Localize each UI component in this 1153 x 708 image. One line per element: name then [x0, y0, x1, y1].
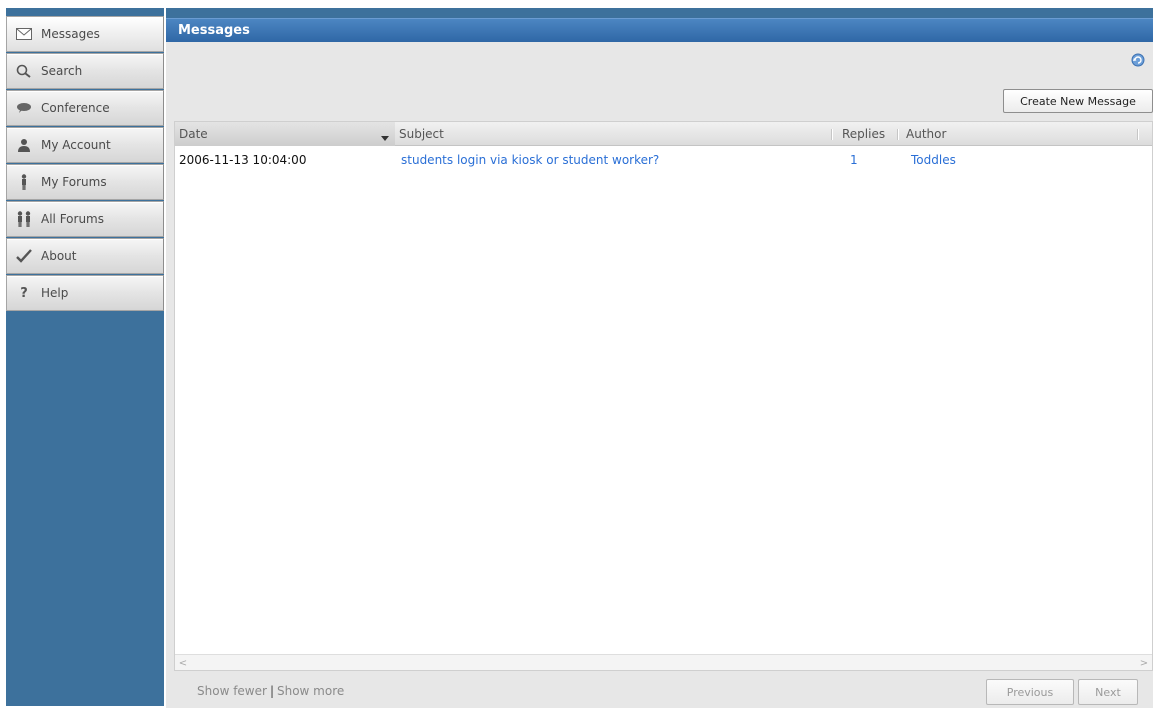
panel-title: Messages — [166, 18, 1153, 42]
column-header-replies[interactable]: Replies — [838, 122, 902, 146]
speech-bubble-icon — [15, 101, 33, 115]
column-header-label: Date — [179, 127, 208, 141]
create-new-message-button[interactable]: Create New Message — [1003, 89, 1153, 113]
message-author-link[interactable]: Toddles — [911, 150, 956, 170]
column-header-subject[interactable]: Subject — [395, 122, 838, 146]
horizontal-scrollbar[interactable]: < > — [175, 654, 1152, 670]
column-separator[interactable] — [1137, 129, 1139, 140]
scroll-left-icon[interactable]: < — [177, 657, 189, 669]
show-fewer-link[interactable]: Show fewer — [197, 684, 267, 698]
message-subject-link[interactable]: students login via kiosk or student work… — [401, 150, 659, 170]
scroll-right-icon[interactable]: > — [1138, 657, 1150, 669]
column-header-label: Author — [906, 127, 947, 141]
sidebar-item-messages[interactable]: Messages — [6, 16, 164, 52]
people-icon — [15, 211, 33, 227]
sidebar-item-search[interactable]: Search — [6, 53, 164, 89]
sidebar-item-conference[interactable]: Conference — [6, 90, 164, 126]
sort-descending-icon — [381, 131, 389, 141]
checkmark-icon — [15, 249, 33, 263]
sidebar-item-label: Search — [41, 64, 83, 78]
column-header-author[interactable]: Author — [902, 122, 1142, 146]
sidebar-item-help[interactable]: ? Help — [6, 275, 164, 311]
refresh-icon[interactable] — [1131, 53, 1145, 67]
column-separator[interactable] — [831, 129, 833, 140]
message-date: 2006-11-13 10:04:00 — [179, 153, 307, 167]
sidebar-item-label: About — [41, 249, 77, 263]
question-icon: ? — [20, 285, 28, 301]
magnifier-icon — [15, 64, 33, 78]
column-header-label: Subject — [399, 127, 444, 141]
person-icon — [15, 174, 33, 190]
previous-button[interactable]: Previous — [986, 679, 1074, 705]
sidebar-item-my-forums[interactable]: My Forums — [6, 164, 164, 200]
table-footer: Show fewer | Show more Previous Next — [166, 676, 1153, 708]
next-button[interactable]: Next — [1078, 679, 1138, 705]
main-panel: Messages Create New Message Date Subject… — [166, 8, 1153, 708]
sidebar-item-label: Messages — [41, 27, 100, 41]
sidebar-item-all-forums[interactable]: All Forums — [6, 201, 164, 237]
top-strip — [166, 8, 1153, 18]
sidebar-item-label: My Forums — [41, 175, 107, 189]
show-more-link[interactable]: Show more — [277, 684, 344, 698]
sidebar-item-my-account[interactable]: My Account — [6, 127, 164, 163]
user-icon — [15, 138, 33, 152]
sidebar-item-about[interactable]: About — [6, 238, 164, 274]
column-header-label: Replies — [842, 127, 886, 141]
link-separator: | — [269, 684, 274, 698]
nav-list: Messages Search Conference My Account My… — [6, 16, 164, 312]
sidebar-item-label: My Account — [41, 138, 111, 152]
sidebar-item-label: Help — [41, 286, 69, 300]
sidebar-item-label: Conference — [41, 101, 110, 115]
sidebar: Messages Search Conference My Account My… — [6, 8, 164, 706]
column-header-date[interactable]: Date — [175, 122, 395, 146]
column-separator[interactable] — [897, 129, 899, 140]
show-links: Show fewer | Show more — [197, 684, 344, 698]
sidebar-item-label: All Forums — [41, 212, 104, 226]
envelope-icon — [15, 27, 33, 41]
message-replies-link[interactable]: 1 — [850, 150, 858, 170]
table-header: Date Subject Replies Author — [175, 122, 1152, 146]
table-row[interactable]: 2006-11-13 10:04:00 students login via k… — [175, 150, 1152, 170]
messages-table: Date Subject Replies Author 2006-11-13 1… — [174, 121, 1153, 671]
